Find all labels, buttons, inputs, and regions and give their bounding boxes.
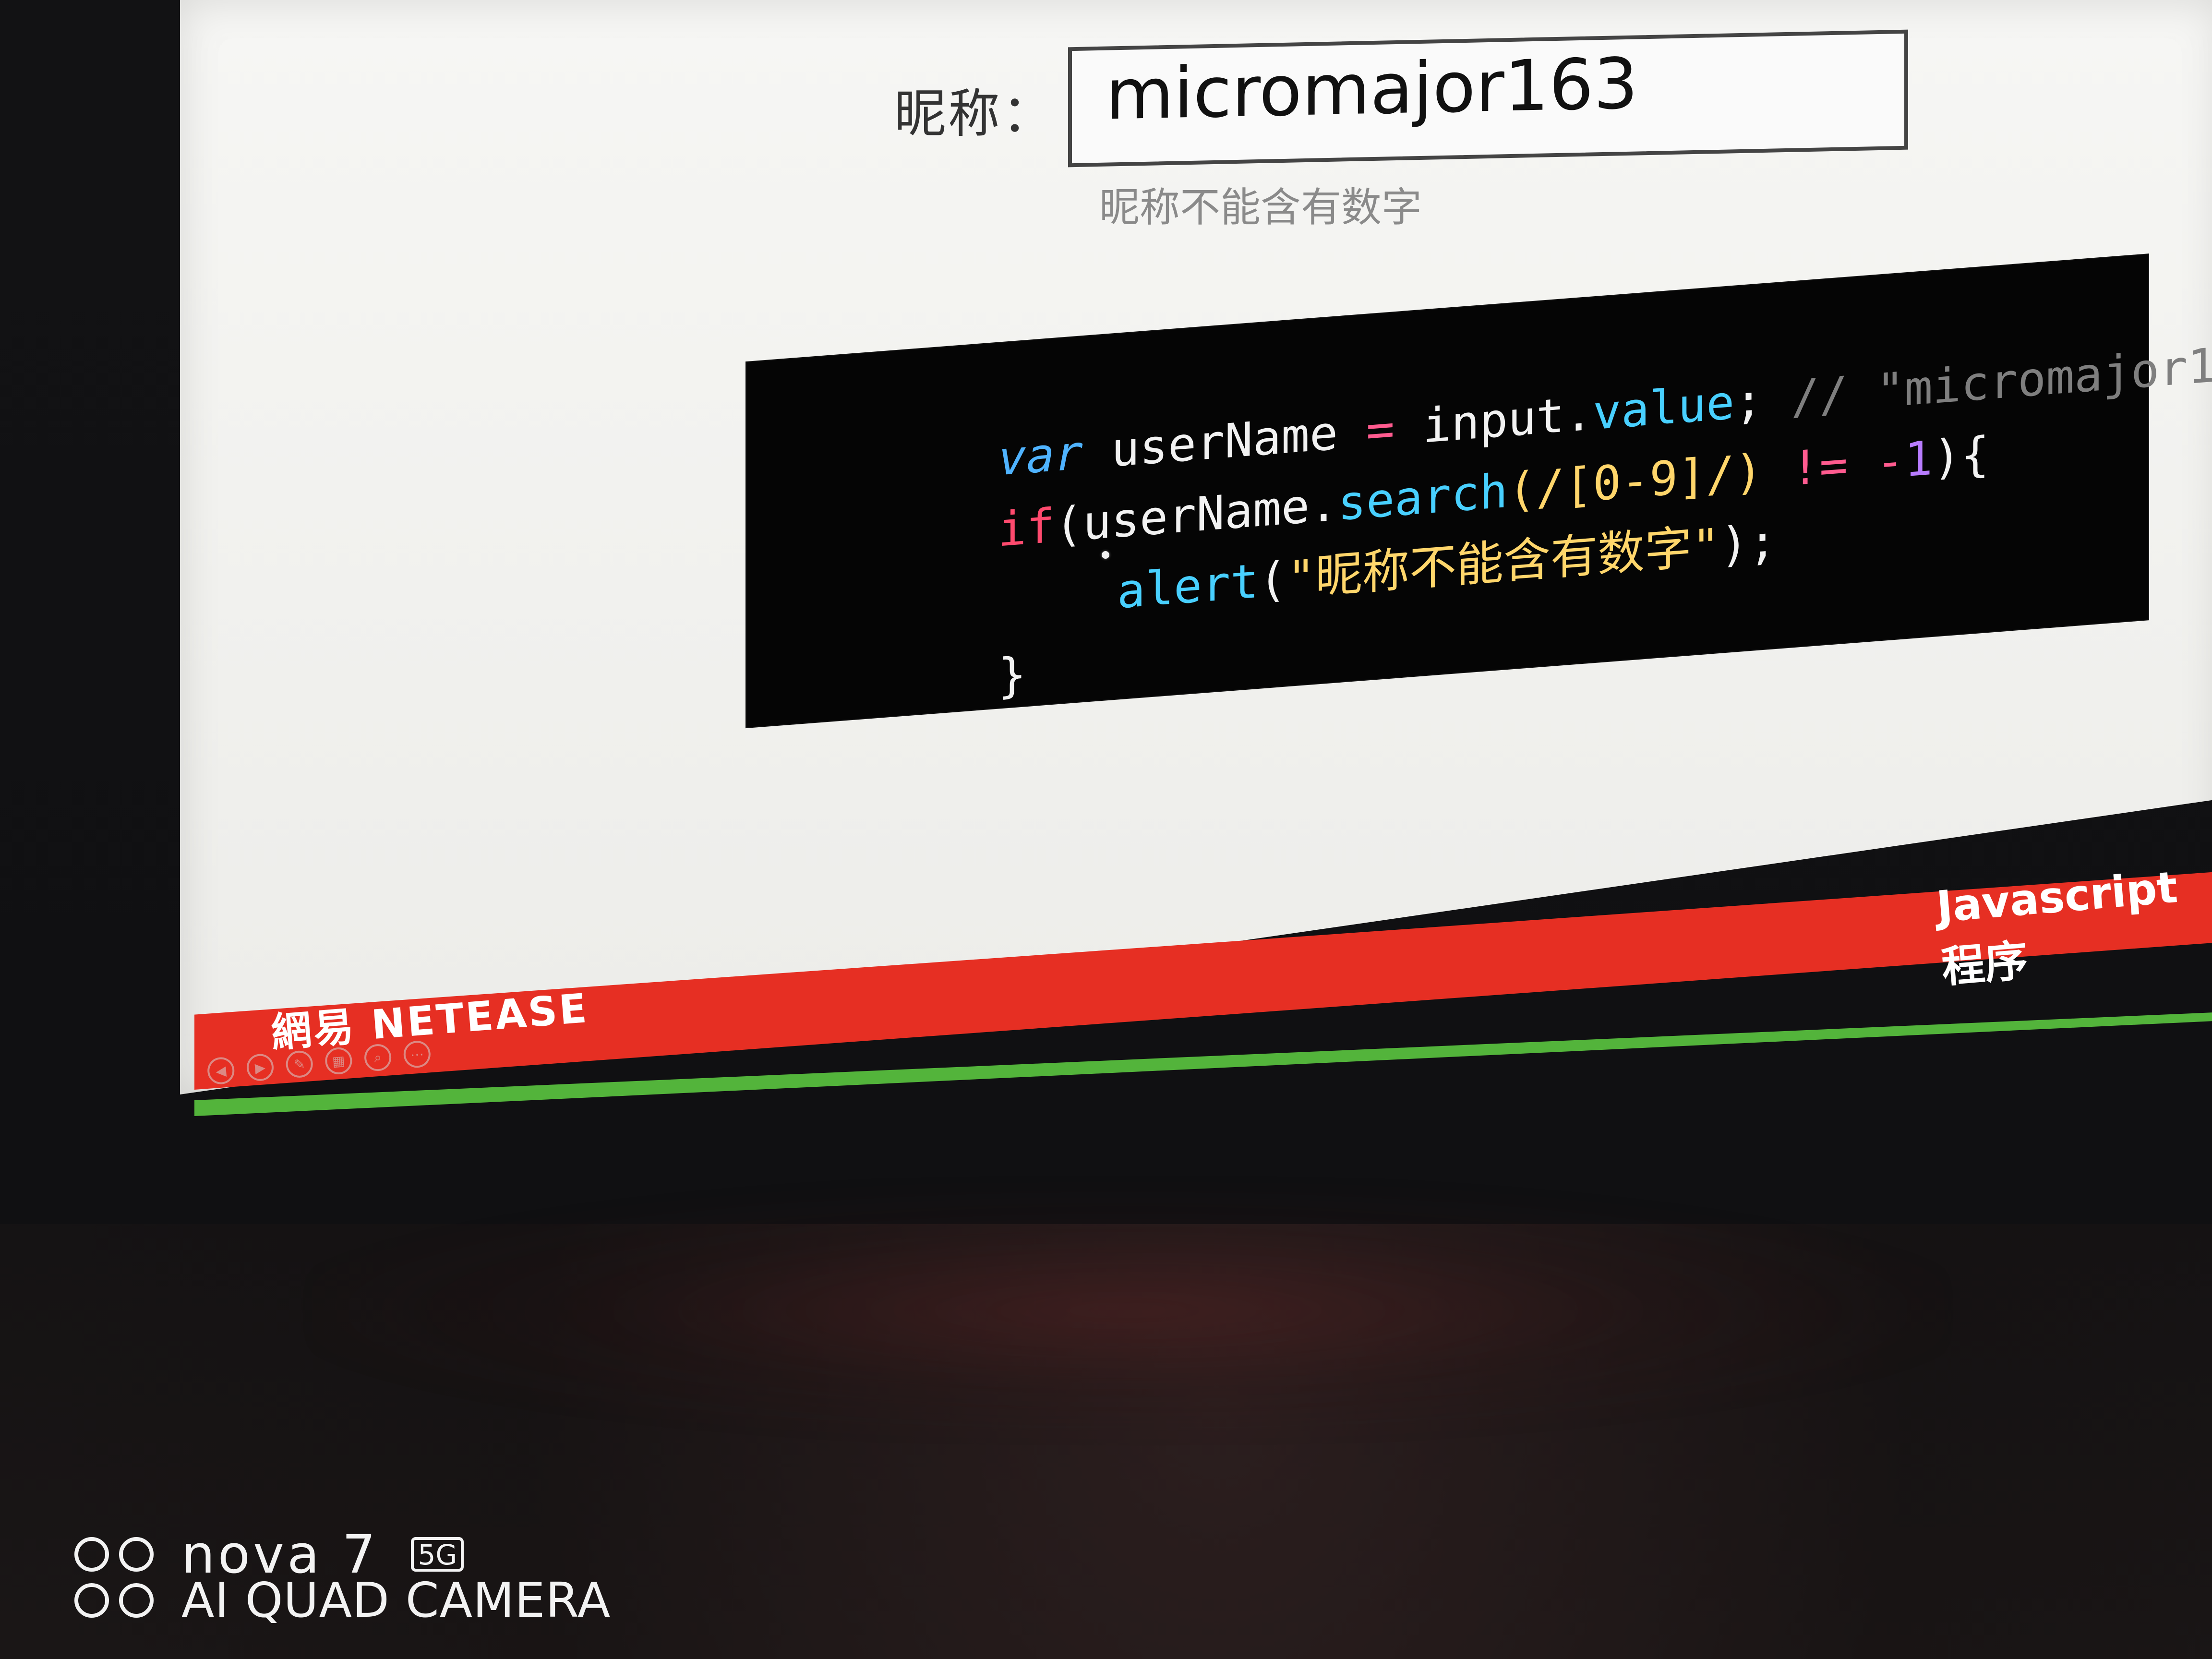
more-icon[interactable]: ⋯ (402, 1040, 432, 1069)
photo-scene: 昵称： micromajor163 昵称不能含有数字 var userName … (0, 0, 2212, 1659)
code-panel: var userName = input.value; // "micromaj… (746, 254, 2212, 727)
lens-ring-left (74, 1583, 109, 1618)
nickname-validation-hint: 昵称不能含有数字 (1099, 184, 1422, 231)
camera-lens-logo-icon (74, 1583, 154, 1618)
course-title: Javascript程序 (1935, 862, 2180, 993)
code-alert-string: "昵称不能含有数字" (1287, 518, 1720, 607)
lens-ring-right (119, 1583, 154, 1618)
code-line-4: } (771, 604, 1026, 765)
forward-icon[interactable]: ▶ (245, 1053, 275, 1082)
code-minus-sign: - (1876, 433, 1905, 490)
five-g-badge: 5G (411, 1537, 464, 1572)
nickname-input[interactable]: micromajor163 (1068, 29, 1908, 168)
ai-quad-camera-label: AI QUAD CAMERA (181, 1572, 611, 1628)
lens-ring-left (74, 1537, 109, 1572)
code-closing-brace: } (998, 647, 1027, 704)
back-icon[interactable]: ◀ (206, 1056, 236, 1085)
code-number-one: 1 (1904, 431, 1933, 488)
camera-lens-logo-icon (74, 1537, 154, 1572)
camera-watermark: nova 7 5G AI QUAD CAMERA (74, 1528, 611, 1628)
mouse-cursor (1102, 551, 1109, 559)
slides-icon[interactable]: ▦ (324, 1046, 353, 1076)
keyboard-glare (312, 1186, 1944, 1435)
code-not-equal-operator: != (1763, 435, 1876, 499)
nickname-label: 昵称： (894, 84, 1056, 144)
camera-watermark-row-2: AI QUAD CAMERA (74, 1572, 611, 1628)
camera-watermark-row-1: nova 7 5G (74, 1528, 611, 1581)
code-if-close: ){ (1933, 426, 1990, 486)
nickname-input-value: micromajor163 (1106, 43, 1638, 136)
lens-ring-right (119, 1537, 154, 1572)
zoom-icon[interactable]: ⌕ (363, 1043, 393, 1072)
pen-icon[interactable]: ✎ (285, 1049, 314, 1079)
code-alert-open: ( (1259, 552, 1287, 609)
code-alert-function: alert (1117, 553, 1259, 620)
code-alert-close: ); (1720, 514, 1777, 573)
